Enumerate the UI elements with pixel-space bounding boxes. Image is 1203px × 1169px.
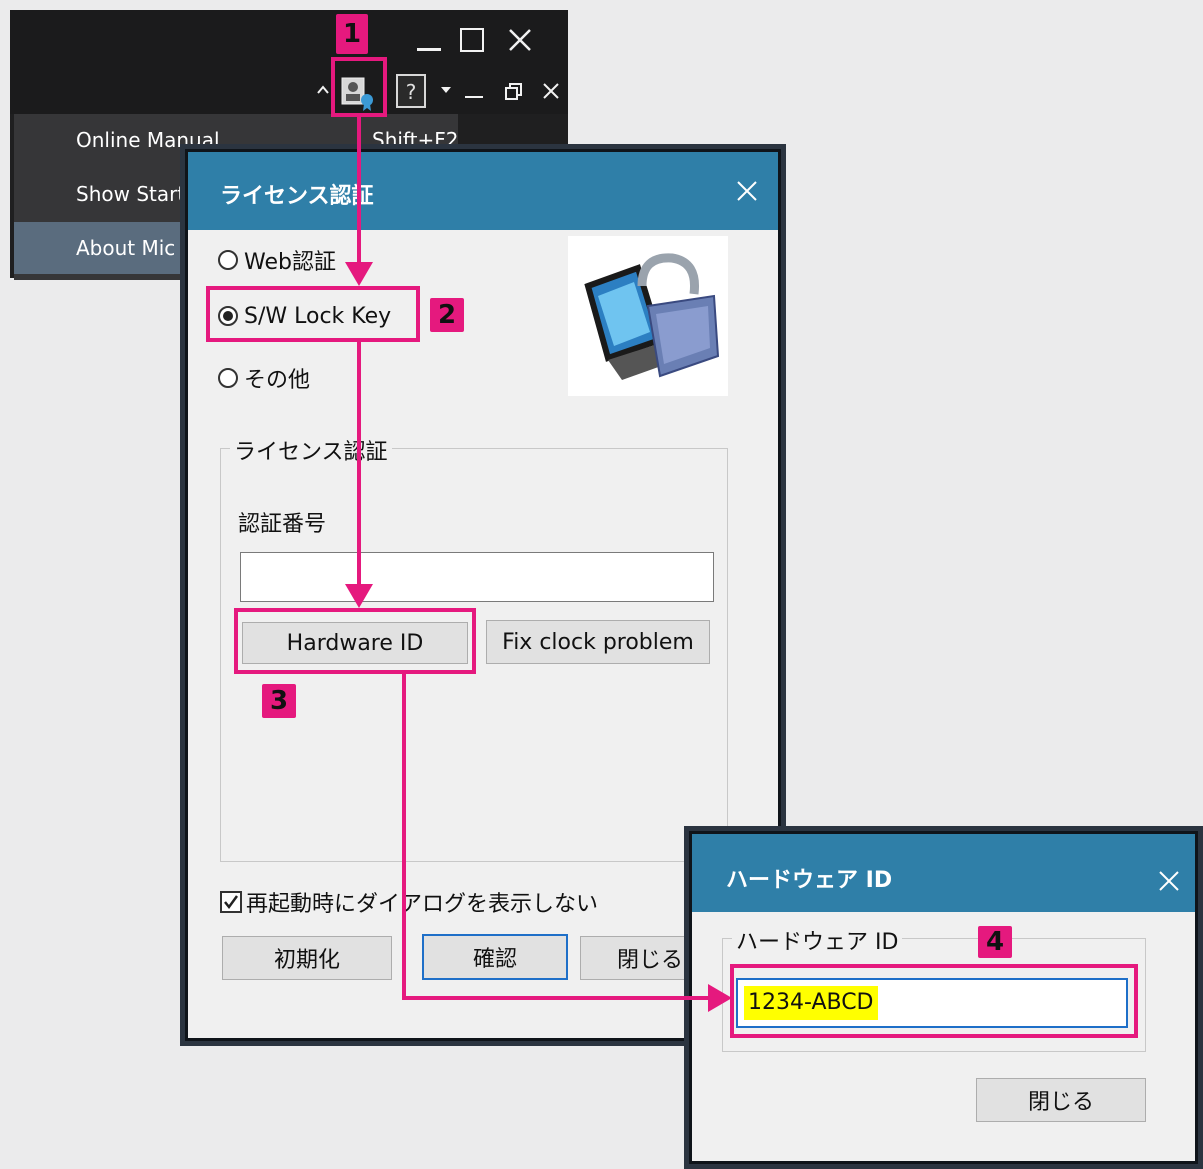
arrow-right-icon bbox=[708, 984, 732, 1012]
connector-line bbox=[357, 117, 361, 264]
doc-close-icon[interactable] bbox=[542, 82, 560, 100]
app-title-area bbox=[10, 10, 568, 114]
radio-web-auth[interactable]: Web認証 bbox=[218, 246, 336, 275]
maximize-icon[interactable] bbox=[460, 28, 484, 52]
doc-minimize-icon[interactable] bbox=[465, 96, 483, 98]
close-button[interactable]: 閉じる bbox=[976, 1078, 1146, 1122]
callout-badge-1: 1 bbox=[336, 14, 368, 54]
close-icon[interactable] bbox=[1158, 870, 1180, 892]
padlock-image bbox=[568, 236, 728, 396]
connector-line bbox=[402, 996, 712, 1000]
fix-clock-button[interactable]: Fix clock problem bbox=[486, 620, 710, 664]
arrow-down-icon bbox=[345, 262, 373, 286]
dont-show-checkbox[interactable]: 再起動時にダイアログを表示しない bbox=[220, 888, 599, 917]
radio-label: Web認証 bbox=[244, 250, 336, 275]
callout-badge-4: 4 bbox=[978, 926, 1012, 958]
help-icon[interactable]: ? bbox=[396, 74, 426, 108]
padlock-icon bbox=[584, 253, 720, 380]
menu-item-label: Show Start bbox=[76, 182, 186, 206]
chevron-up-icon[interactable] bbox=[316, 84, 330, 96]
radio-label: その他 bbox=[244, 368, 311, 393]
radio-button[interactable] bbox=[218, 368, 238, 388]
svg-text:?: ? bbox=[406, 80, 417, 104]
menu-item-label: About Mic bbox=[76, 236, 176, 260]
checkbox-label: 再起動時にダイアログを表示しない bbox=[246, 892, 599, 917]
callout-box-4 bbox=[730, 964, 1138, 1038]
callout-box-2 bbox=[206, 286, 420, 342]
confirm-button[interactable]: 確認 bbox=[422, 934, 568, 980]
minimize-icon[interactable] bbox=[415, 24, 441, 51]
hwid-dialog-titlebar: ハードウェア ID bbox=[692, 834, 1195, 912]
group-title: ハードウェア ID bbox=[732, 924, 903, 956]
callout-badge-3: 3 bbox=[262, 684, 296, 718]
auth-number-input[interactable] bbox=[240, 552, 714, 602]
dialog-title: ハードウェア ID bbox=[726, 868, 893, 893]
callout-box-3 bbox=[234, 608, 476, 674]
dialog-title: ライセンス認証 bbox=[220, 184, 374, 209]
close-icon[interactable] bbox=[508, 28, 532, 52]
checkbox-checked-icon[interactable] bbox=[220, 891, 242, 913]
close-icon[interactable] bbox=[736, 180, 758, 202]
group-title: ライセンス認証 bbox=[230, 434, 392, 466]
restore-icon[interactable] bbox=[504, 82, 524, 102]
radio-button[interactable] bbox=[218, 250, 238, 270]
callout-box-1 bbox=[331, 57, 387, 117]
callout-badge-2: 2 bbox=[430, 298, 464, 332]
auth-number-label: 認証番号 bbox=[238, 512, 327, 537]
connector-line bbox=[402, 674, 406, 1000]
arrow-down-icon bbox=[345, 584, 373, 608]
init-button[interactable]: 初期化 bbox=[222, 936, 392, 980]
dropdown-arrow-icon[interactable] bbox=[440, 86, 452, 94]
connector-line bbox=[357, 342, 361, 586]
radio-other[interactable]: その他 bbox=[218, 364, 311, 393]
license-dialog-titlebar: ライセンス認証 bbox=[188, 152, 778, 230]
